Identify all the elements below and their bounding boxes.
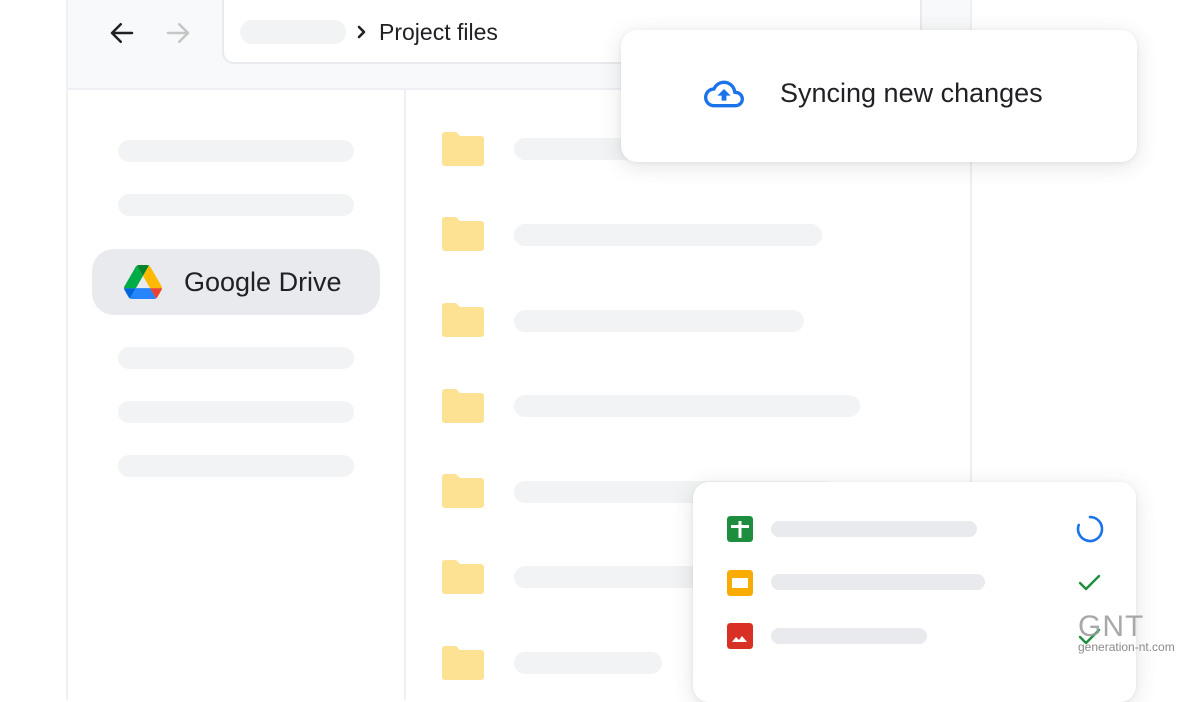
breadcrumb-current[interactable]: Project files	[379, 19, 498, 46]
file-name-placeholder	[514, 395, 860, 417]
file-name-placeholder	[771, 574, 985, 590]
google-drive-logo-icon	[124, 265, 162, 299]
sidebar: Google Drive	[68, 90, 406, 700]
sidebar-item-label: Google Drive	[184, 267, 342, 297]
folder-icon	[442, 560, 484, 594]
watermark: GNT generation-nt.com	[1078, 610, 1175, 655]
arrow-left-icon	[110, 23, 134, 43]
sidebar-item-google-drive[interactable]: Google Drive	[92, 249, 380, 315]
sidebar-item-placeholder[interactable]	[118, 455, 354, 477]
sync-notification: Syncing new changes	[621, 30, 1137, 162]
upload-progress-panel	[693, 482, 1136, 702]
folder-icon	[442, 132, 484, 166]
folder-icon	[442, 389, 484, 423]
file-name-placeholder	[771, 521, 977, 537]
sidebar-item-placeholder[interactable]	[118, 347, 354, 369]
sidebar-item-placeholder[interactable]	[118, 401, 354, 423]
image-file-icon	[727, 623, 753, 649]
folder-icon	[442, 217, 484, 251]
arrow-right-icon	[166, 23, 190, 43]
google-slides-icon	[727, 570, 753, 596]
google-sheets-icon	[727, 516, 753, 542]
watermark-logo: GNT	[1078, 610, 1145, 643]
file-name-placeholder	[514, 310, 804, 332]
back-button[interactable]	[105, 16, 139, 50]
loading-spinner-icon	[1076, 515, 1104, 543]
file-name-placeholder	[771, 628, 927, 644]
checkmark-icon	[1078, 574, 1101, 591]
sync-status-text: Syncing new changes	[780, 78, 1043, 108]
file-name-placeholder	[514, 652, 662, 674]
folder-icon	[442, 474, 484, 508]
folder-icon	[442, 303, 484, 337]
forward-button[interactable]	[161, 16, 195, 50]
cloud-upload-icon	[704, 80, 744, 108]
chevron-right-icon	[357, 25, 366, 39]
sidebar-item-placeholder[interactable]	[118, 140, 354, 162]
file-name-placeholder	[514, 224, 822, 246]
sidebar-item-placeholder[interactable]	[118, 194, 354, 216]
breadcrumb-placeholder[interactable]	[240, 20, 346, 44]
